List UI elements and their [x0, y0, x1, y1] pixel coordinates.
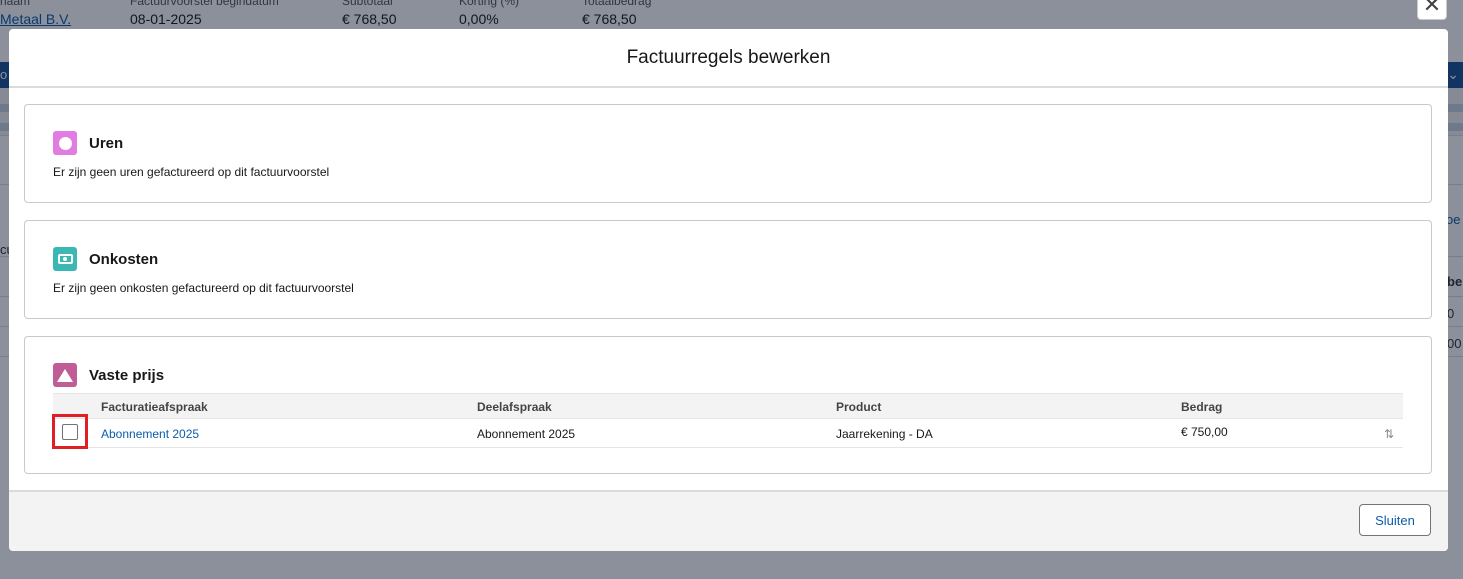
sort-icon[interactable]: ⇅ [1384, 427, 1394, 441]
section-empty-text: Er zijn geen onkosten gefactureerd op di… [53, 281, 354, 295]
deelafspraak-cell: Abonnement 2025 [477, 427, 576, 441]
section-empty-text: Er zijn geen uren gefactureerd op dit fa… [53, 165, 330, 179]
modal-footer: Sluiten [9, 490, 1448, 551]
modal-body: Uren Er zijn geen uren gefactureerd op d… [9, 88, 1448, 490]
highlight-box [52, 414, 88, 449]
money-icon [53, 247, 77, 271]
column-header[interactable]: Facturatieafspraak [101, 400, 208, 414]
section-vaste-prijs: Vaste prijs Facturatieafspraak Deelafspr… [24, 336, 1432, 474]
section-title: Uren [89, 134, 124, 152]
bedrag-cell: € 750,00 [1181, 425, 1228, 439]
facturatieafspraak-link[interactable]: Abonnement 2025 [101, 427, 199, 441]
product-cell: Jaarrekening - DA [836, 427, 933, 441]
fixed-price-table: Facturatieafspraak Deelafspraak Product … [52, 393, 1403, 449]
section-title: Vaste prijs [89, 366, 165, 384]
close-button[interactable]: Sluiten [1359, 504, 1431, 536]
section-onkosten: Onkosten Er zijn geen onkosten gefacture… [24, 220, 1432, 319]
modal-title: Factuurregels bewerken [626, 46, 831, 68]
section-title: Onkosten [89, 250, 159, 268]
column-header[interactable]: Bedrag [1181, 400, 1222, 414]
close-icon[interactable]: ✕ [1417, 0, 1447, 20]
modal-header: Factuurregels bewerken [9, 29, 1448, 88]
section-uren: Uren Er zijn geen uren gefactureerd op d… [24, 104, 1432, 203]
circle-icon [53, 131, 77, 155]
triangle-icon [53, 363, 77, 387]
edit-invoice-lines-modal: Factuurregels bewerken Uren Er zijn geen… [9, 29, 1448, 551]
column-header[interactable]: Product [836, 400, 881, 414]
table-header: Facturatieafspraak Deelafspraak Product … [53, 393, 1403, 419]
column-header[interactable]: Deelafspraak [477, 400, 552, 414]
table-row: Abonnement 2025 Abonnement 2025 Jaarreke… [52, 414, 1403, 449]
row-checkbox[interactable] [62, 424, 78, 440]
